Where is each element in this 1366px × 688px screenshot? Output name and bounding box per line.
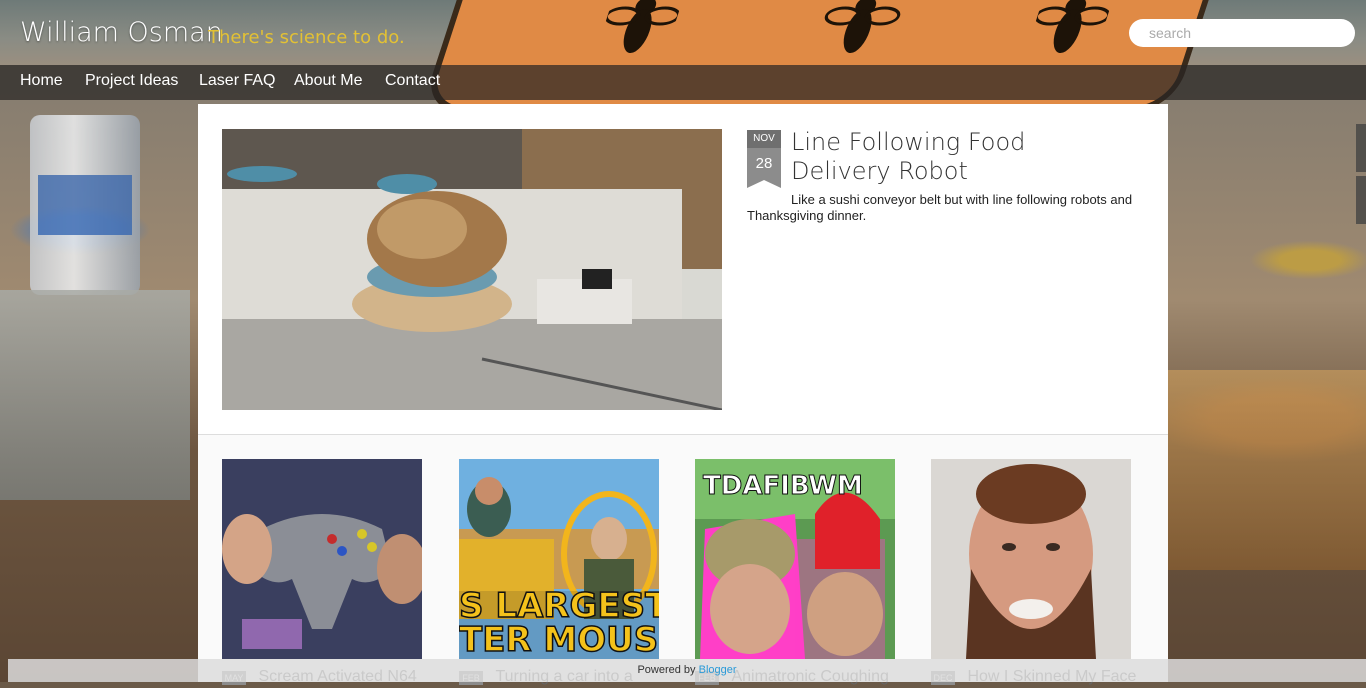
- site-title[interactable]: William Osman: [20, 17, 223, 48]
- search-input[interactable]: [1129, 19, 1355, 47]
- thumb-text: TDAFIBWM: [703, 471, 864, 502]
- bee-icon: [824, 0, 901, 53]
- post-card[interactable]: TDAFIBWM FEB Animatronic Coughing: [695, 459, 895, 685]
- side-tab[interactable]: [1356, 124, 1366, 172]
- nav-home[interactable]: Home: [20, 72, 63, 90]
- bee-icon: [604, 0, 681, 53]
- post-card[interactable]: MAY Scream Activated N64: [222, 459, 422, 685]
- post-thumbnail[interactable]: [931, 459, 1131, 659]
- post-thumbnail[interactable]: [222, 459, 422, 659]
- nav-contact[interactable]: Contact: [385, 72, 440, 90]
- nav-laser-faq[interactable]: Laser FAQ: [199, 72, 275, 90]
- bee-icon: [1034, 0, 1111, 53]
- content-panel: NOV 28 Line Following Food Delivery Robo…: [198, 104, 1168, 685]
- background-box-right: [1168, 370, 1366, 570]
- featured-title[interactable]: Line Following Food Delivery Robot: [791, 128, 1131, 186]
- post-thumbnail[interactable]: TDAFIBWM: [695, 459, 895, 659]
- post-card[interactable]: DEC How I Skinned My Face: [931, 459, 1136, 685]
- date-badge: NOV 28: [747, 130, 781, 188]
- site-header: William Osman There's science to do.: [0, 0, 1366, 112]
- main-nav: Home Project Ideas Laser FAQ About Me Co…: [0, 65, 1366, 100]
- featured-image[interactable]: [222, 129, 722, 410]
- background-can: [30, 115, 140, 295]
- date-month: NOV: [747, 130, 781, 148]
- featured-description: Like a sushi conveyor belt but with line…: [747, 192, 1133, 223]
- date-day: 28: [747, 148, 781, 180]
- site-tagline: There's science to do.: [208, 27, 405, 48]
- post-card[interactable]: S LARGEST TER MOUSE FEB Turning a car in…: [459, 459, 659, 685]
- footer-blogger-link[interactable]: Blogger: [699, 664, 737, 676]
- background-box-left: [0, 290, 190, 500]
- footer-powered-by: Powered by: [637, 664, 696, 676]
- side-tab[interactable]: [1356, 176, 1366, 224]
- footer-bar: Powered by Blogger: [8, 659, 1366, 682]
- thumb-text: S LARGEST: [459, 586, 659, 626]
- post-thumbnail[interactable]: S LARGEST TER MOUSE: [459, 459, 659, 659]
- thumb-text: TER MOUSE: [459, 620, 659, 659]
- featured-post: NOV 28 Line Following Food Delivery Robo…: [198, 104, 1168, 435]
- nav-about-me[interactable]: About Me: [294, 72, 362, 90]
- nav-project-ideas[interactable]: Project Ideas: [85, 72, 178, 90]
